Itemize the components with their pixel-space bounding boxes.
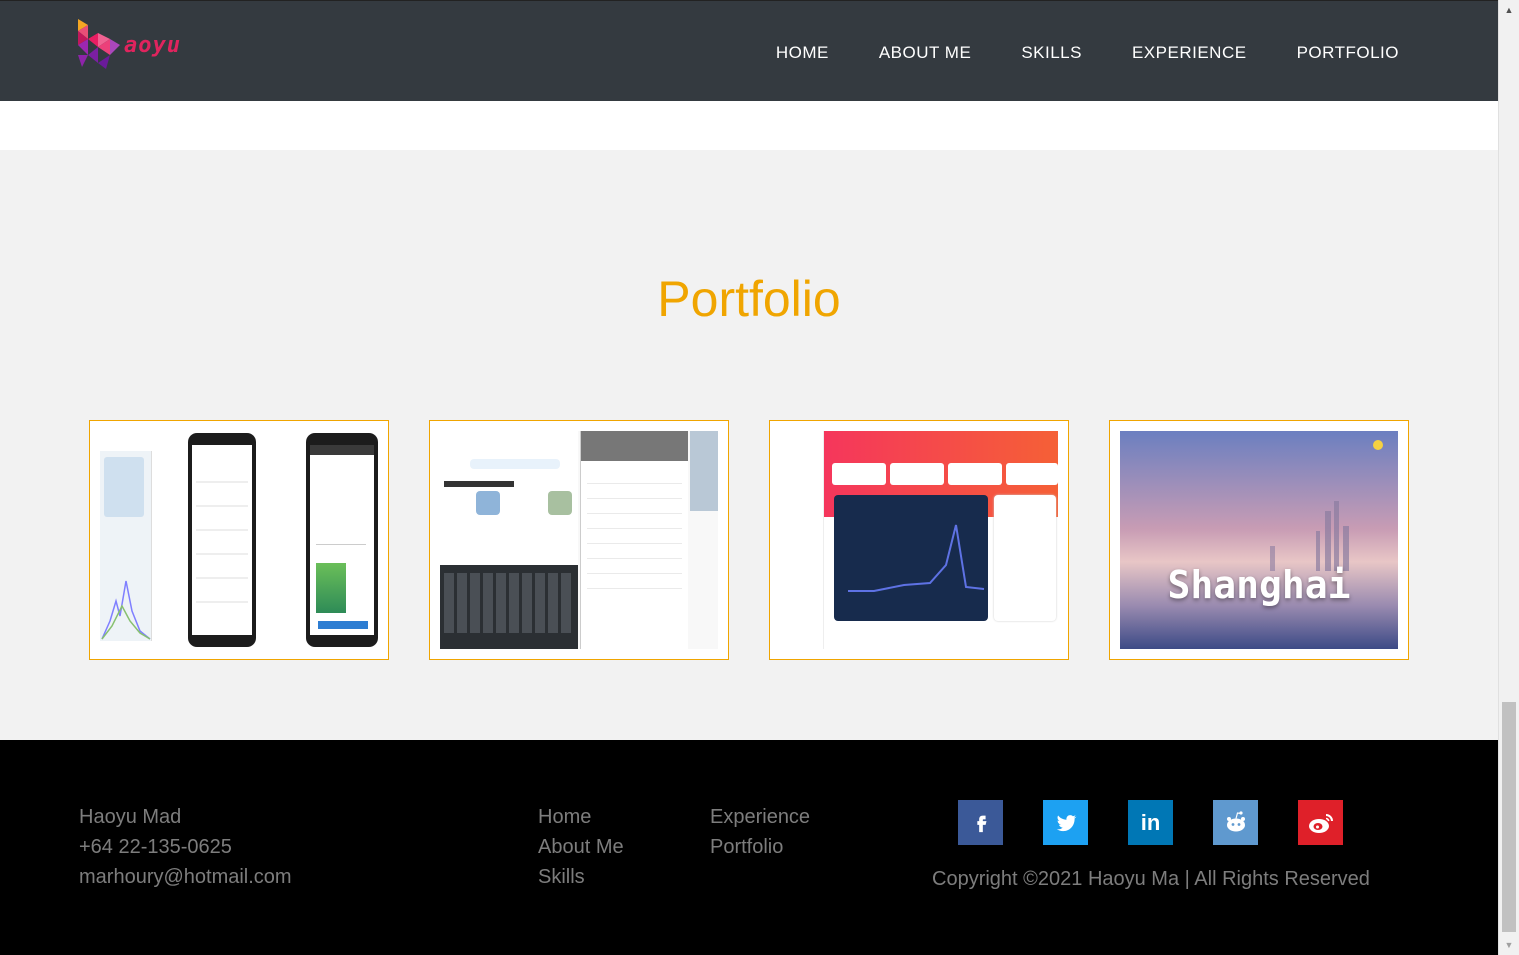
portfolio-card-travel[interactable] bbox=[429, 420, 729, 660]
footer-link-home[interactable]: Home bbox=[538, 802, 624, 832]
nav-portfolio[interactable]: PORTFOLIO bbox=[1297, 43, 1399, 63]
weibo-icon[interactable] bbox=[1298, 800, 1343, 845]
footer-phone: +64 22-135-0625 bbox=[79, 836, 232, 858]
skyline-image bbox=[1270, 440, 1383, 571]
linkedin-icon[interactable]: in bbox=[1128, 800, 1173, 845]
portfolio-title: Portfolio bbox=[657, 271, 841, 327]
scroll-up-arrow-icon[interactable]: ▲ bbox=[1499, 0, 1519, 20]
footer-links-col2: Experience Portfolio bbox=[710, 802, 810, 862]
scrollbar-thumb[interactable] bbox=[1502, 702, 1516, 932]
footer-contact: Haoyu Mad +64 22-135-0625 marhoury@hotma… bbox=[79, 802, 292, 892]
footer-email[interactable]: marhoury@hotmail.com bbox=[79, 862, 292, 892]
section-divider bbox=[0, 101, 1498, 150]
haoyu-logo-icon bbox=[78, 19, 120, 69]
facebook-icon[interactable] bbox=[958, 800, 1003, 845]
portfolio-thumbnail bbox=[780, 431, 1058, 649]
shanghai-title: Shanghai bbox=[1167, 563, 1351, 607]
portfolio-thumbnail bbox=[440, 431, 718, 649]
footer-link-experience[interactable]: Experience bbox=[710, 802, 810, 832]
copyright-text: Copyright ©2021 Haoyu Ma | All Rights Re… bbox=[932, 868, 1370, 890]
footer-link-portfolio[interactable]: Portfolio bbox=[710, 832, 810, 862]
nav-skills[interactable]: SKILLS bbox=[1021, 43, 1082, 63]
site-logo[interactable]: aoyu bbox=[76, 15, 191, 73]
footer-link-skills[interactable]: Skills bbox=[538, 862, 624, 892]
phone-mockup bbox=[306, 433, 378, 647]
main-nav: HOME ABOUT ME SKILLS EXPERIENCE PORTFOLI… bbox=[726, 43, 1399, 63]
phone-mockup bbox=[188, 433, 256, 647]
footer-link-about-me[interactable]: About Me bbox=[538, 832, 624, 862]
reddit-icon[interactable] bbox=[1213, 800, 1258, 845]
portfolio-card-covid[interactable] bbox=[89, 420, 389, 660]
footer-links-col1: Home About Me Skills bbox=[538, 802, 624, 892]
navbar: aoyu HOME ABOUT ME SKILLS EXPERIENCE POR… bbox=[0, 0, 1498, 101]
portfolio-thumbnail bbox=[100, 431, 378, 649]
twitter-icon[interactable] bbox=[1043, 800, 1088, 845]
footer: Haoyu Mad +64 22-135-0625 marhoury@hotma… bbox=[0, 740, 1498, 955]
nav-experience[interactable]: EXPERIENCE bbox=[1132, 43, 1247, 63]
portfolio-card-dashboard[interactable] bbox=[769, 420, 1069, 660]
nav-about-me[interactable]: ABOUT ME bbox=[879, 43, 971, 63]
social-links: in bbox=[958, 800, 1343, 845]
scroll-down-arrow-icon[interactable]: ▼ bbox=[1499, 935, 1519, 955]
logo-text: aoyu bbox=[124, 33, 181, 58]
footer-name: Haoyu Mad bbox=[79, 806, 182, 828]
portfolio-thumbnail: Shanghai bbox=[1120, 431, 1398, 649]
page-scrollbar[interactable]: ▲ ▼ bbox=[1498, 0, 1519, 955]
nav-home[interactable]: HOME bbox=[776, 43, 829, 63]
chart-thumbnail bbox=[101, 580, 151, 640]
chart-thumbnail bbox=[848, 524, 985, 592]
portfolio-card-shanghai[interactable]: Shanghai bbox=[1109, 420, 1409, 660]
